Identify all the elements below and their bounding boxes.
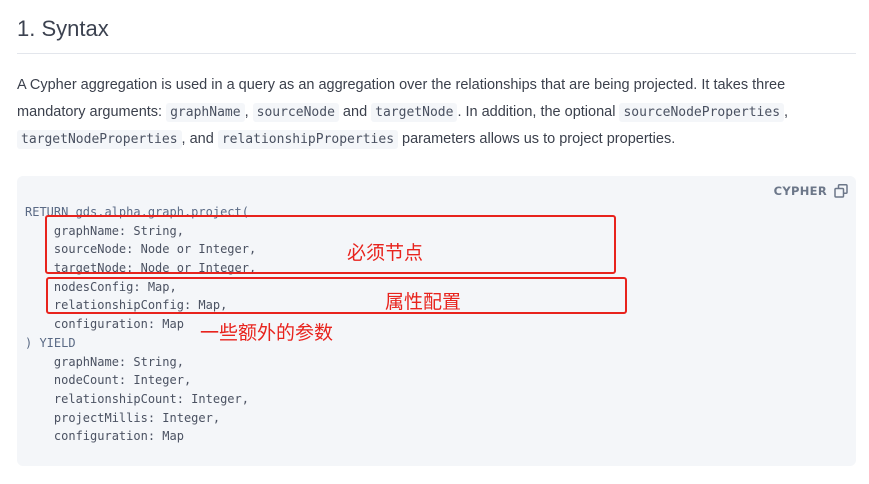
inline-code-sourcenode: sourceNode bbox=[252, 103, 339, 122]
section-heading: 1. Syntax bbox=[17, 16, 109, 41]
code-line: configuration: Map bbox=[25, 429, 184, 444]
inline-code-targetnode: targetNode bbox=[371, 103, 458, 122]
annotation-extra-params: 一些额外的参数 bbox=[200, 322, 334, 344]
paragraph-text: , bbox=[244, 104, 253, 120]
inline-code-relationshipproperties: relationshipProperties bbox=[217, 130, 399, 149]
code-language-label: CYPHER bbox=[773, 184, 827, 198]
annotation-property-config: 属性配置 bbox=[385, 291, 462, 313]
code-line: nodeCount: Integer, bbox=[25, 373, 192, 388]
copy-icon[interactable] bbox=[834, 184, 848, 198]
inline-code-targetnodeproperties: targetNodeProperties bbox=[17, 130, 182, 149]
code-line: relationshipCount: Integer, bbox=[25, 391, 249, 406]
paragraph-text: parameters allows us to project properti… bbox=[398, 131, 676, 147]
intro-paragraph: A Cypher aggregation is used in a query … bbox=[17, 72, 857, 153]
code-line: graphName: String, bbox=[25, 354, 184, 369]
annotation-box-config bbox=[46, 277, 627, 314]
paragraph-text: and bbox=[338, 104, 372, 120]
paragraph-text: . In addition, the optional bbox=[457, 104, 620, 120]
annotation-box-required bbox=[45, 215, 616, 274]
annotation-required-nodes: 必须节点 bbox=[347, 242, 424, 264]
inline-code-sourcenodeproperties: sourceNodeProperties bbox=[619, 103, 785, 122]
paragraph-text: , bbox=[784, 104, 789, 120]
heading-divider bbox=[17, 53, 856, 54]
inline-code-graphname: graphName bbox=[166, 103, 245, 122]
code-line: projectMillis: Integer, bbox=[25, 410, 221, 425]
paragraph-text: , and bbox=[181, 131, 218, 147]
